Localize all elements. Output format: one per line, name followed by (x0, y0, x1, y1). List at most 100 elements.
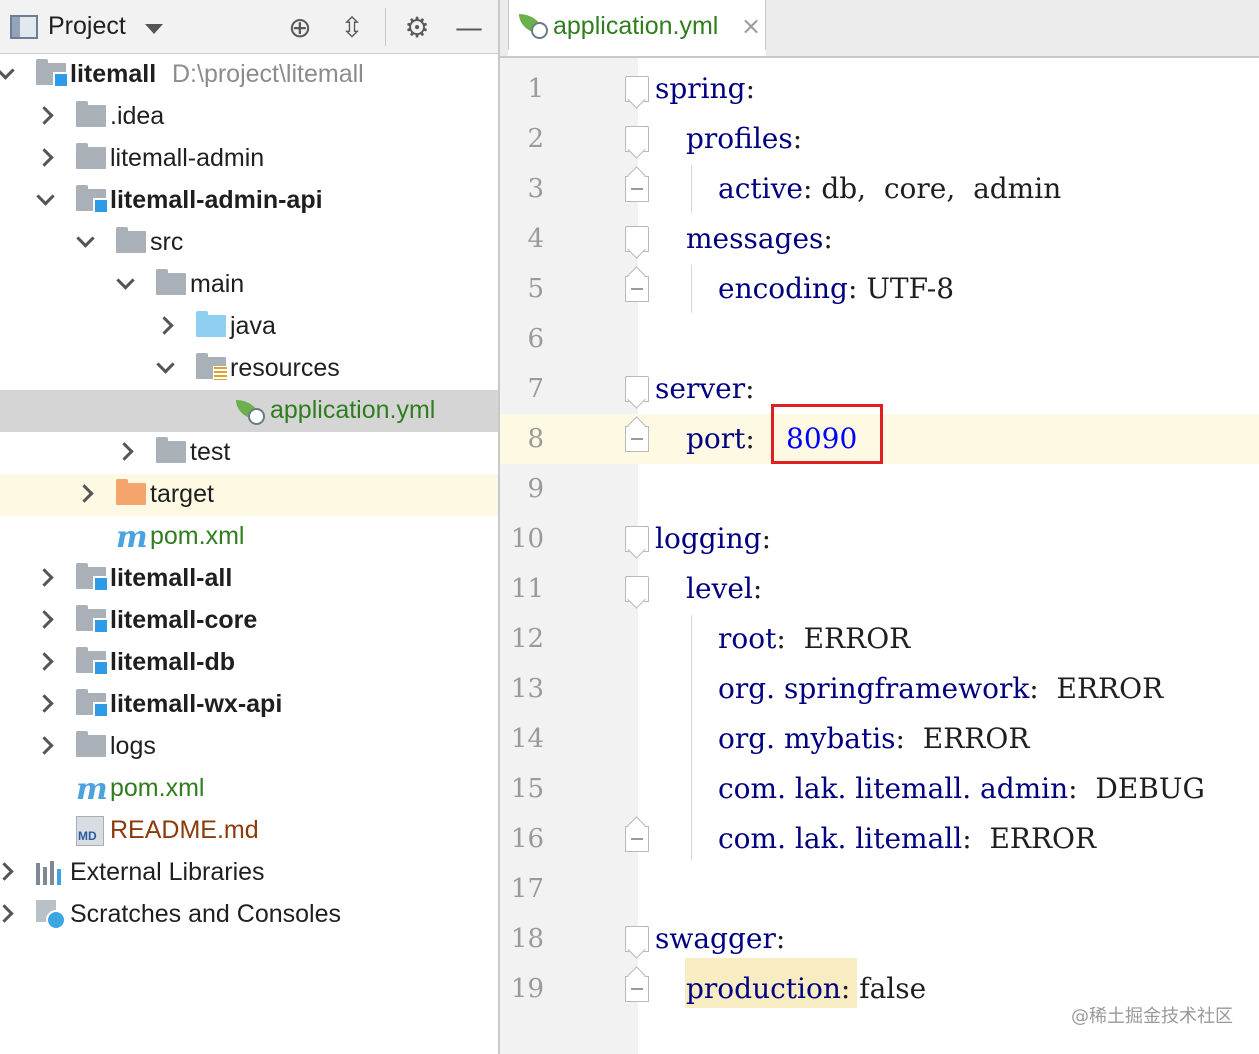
tree-item-litemall-admin[interactable]: litemall-admin (0, 138, 498, 180)
yaml-colon: : (792, 122, 803, 155)
tree-item-label: litemall-core (110, 606, 258, 634)
tree-item-java[interactable]: java (0, 306, 498, 348)
expand-arrow-icon[interactable] (156, 356, 176, 380)
editor: application.yml × 1 spring: 2 profiles: … (500, 0, 1259, 1054)
tree-item-label: test (190, 438, 231, 466)
tree-item-application-yml[interactable]: application.yml (0, 390, 498, 432)
collapse-arrow-icon[interactable] (34, 104, 54, 128)
collapse-arrow-icon[interactable] (34, 608, 54, 632)
fold-marker-icon[interactable] (625, 376, 649, 402)
code-line[interactable]: 2 profiles: (500, 114, 1259, 164)
collapse-arrow-icon[interactable] (34, 146, 54, 170)
line-number: 18 (510, 924, 544, 954)
tree-item-pom-xml[interactable]: m pom.xml (0, 516, 498, 558)
code-line[interactable]: 5 encoding: UTF-8 (500, 264, 1259, 314)
code-line[interactable]: 9 (500, 464, 1259, 514)
code-line[interactable]: 15 com. lak. litemall. admin: DEBUG (500, 764, 1259, 814)
chevron-down-icon[interactable] (145, 24, 163, 34)
collapse-arrow-icon[interactable] (114, 440, 134, 464)
collapse-arrow-icon[interactable] (34, 566, 54, 590)
yaml-value: ERROR (904, 722, 1030, 755)
tree-item-label: application.yml (270, 396, 436, 424)
tree-item-external-libraries[interactable]: External Libraries (0, 852, 498, 894)
code-line[interactable]: 10 logging: (500, 514, 1259, 564)
code-line[interactable]: 16 com. lak. litemall: ERROR (500, 814, 1259, 864)
tree-item-label: litemall-db (110, 648, 236, 676)
code-text: com. lak. litemall: ERROR (718, 822, 1096, 855)
yaml-key: active (718, 172, 803, 205)
collapse-arrow-icon[interactable] (34, 650, 54, 674)
folder-icon (156, 437, 186, 463)
code-line[interactable]: 13 org. springframework: ERROR (500, 664, 1259, 714)
module-folder-icon (76, 185, 109, 214)
tree-item-readme-md[interactable]: MD README.md (0, 810, 498, 852)
tree-item-test[interactable]: test (0, 432, 498, 474)
tree-item-litemall-db[interactable]: litemall-db (0, 642, 498, 684)
gear-icon[interactable]: ⚙ (400, 10, 434, 44)
fold-end-marker-icon[interactable] (625, 176, 649, 202)
fold-end-marker-icon[interactable] (625, 976, 649, 1002)
fold-end-marker-icon[interactable] (625, 276, 649, 302)
code-line[interactable]: 14 org. mybatis: ERROR (500, 714, 1259, 764)
collapse-arrow-icon[interactable] (74, 482, 94, 506)
tree-item-root-pom-xml[interactable]: m pom.xml (0, 768, 498, 810)
fold-marker-icon[interactable] (625, 526, 649, 552)
code-line[interactable]: 3 active: db, core, admin (500, 164, 1259, 214)
yaml-colon: : (962, 822, 972, 855)
tree-item-litemall-core[interactable]: litemall-core (0, 600, 498, 642)
collapse-arrow-icon[interactable] (0, 860, 14, 884)
tree-item-label: target (150, 480, 214, 508)
close-icon[interactable]: × (741, 12, 761, 40)
tree-item-scratches[interactable]: Scratches and Consoles (0, 894, 498, 936)
expand-arrow-icon[interactable] (0, 62, 16, 86)
tree-item-resources[interactable]: resources (0, 348, 498, 390)
tree-item-target[interactable]: target (0, 474, 498, 516)
line-number: 12 (510, 624, 544, 654)
tree-item-label: main (190, 270, 245, 298)
tree-item-main[interactable]: main (0, 264, 498, 306)
tree-item-litemall-admin-api[interactable]: litemall-admin-api (0, 180, 498, 222)
tree-item-litemall[interactable]: litemall D:\project\litemall (0, 54, 498, 96)
fold-marker-icon[interactable] (625, 126, 649, 152)
yaml-key: com. lak. litemall. admin (718, 772, 1069, 805)
code-line[interactable]: 6 (500, 314, 1259, 364)
tree-item-label: java (230, 312, 276, 340)
tab-application-yml[interactable]: application.yml × (508, 0, 766, 50)
fold-marker-icon[interactable] (625, 576, 649, 602)
fold-end-marker-icon[interactable] (625, 426, 649, 452)
yaml-key: production (686, 972, 841, 1005)
code-text: port: (686, 422, 755, 455)
collapse-arrow-icon[interactable] (0, 902, 14, 926)
tree-item-litemall-all[interactable]: litemall-all (0, 558, 498, 600)
code-line[interactable]: 17 (500, 864, 1259, 914)
expand-arrow-icon[interactable] (36, 188, 56, 212)
yaml-colon: : (776, 622, 786, 655)
code-text: active: db, core, admin (718, 172, 1061, 205)
fold-marker-icon[interactable] (625, 76, 649, 102)
expand-arrow-icon[interactable] (116, 272, 136, 296)
tree-item-litemall-wx-api[interactable]: litemall-wx-api (0, 684, 498, 726)
project-view-selector[interactable]: Project (48, 12, 126, 41)
spring-config-icon (236, 398, 266, 426)
collapse-arrow-icon[interactable] (34, 734, 54, 758)
collapse-arrow-icon[interactable] (34, 692, 54, 716)
tree-item-src[interactable]: src (0, 222, 498, 264)
hide-icon[interactable]: — (452, 10, 486, 44)
fold-end-marker-icon[interactable] (625, 826, 649, 852)
fold-marker-icon[interactable] (625, 226, 649, 252)
code-line[interactable]: 4 messages: (500, 214, 1259, 264)
yaml-colon: : (745, 372, 755, 405)
yaml-key: swagger (655, 922, 776, 955)
code-line[interactable]: 11 level: (500, 564, 1259, 614)
tree-item-logs[interactable]: logs (0, 726, 498, 768)
locate-icon[interactable]: ⊕ (283, 10, 317, 44)
code-line[interactable]: 12 root: ERROR (500, 614, 1259, 664)
collapse-all-icon[interactable]: ⇳ (335, 10, 369, 44)
line-number: 5 (527, 274, 544, 304)
fold-marker-icon[interactable] (625, 926, 649, 952)
code-line[interactable]: 18 swagger: (500, 914, 1259, 964)
collapse-arrow-icon[interactable] (154, 314, 174, 338)
expand-arrow-icon[interactable] (76, 230, 96, 254)
code-line[interactable]: 1 spring: (500, 64, 1259, 114)
tree-item-idea[interactable]: .idea (0, 96, 498, 138)
